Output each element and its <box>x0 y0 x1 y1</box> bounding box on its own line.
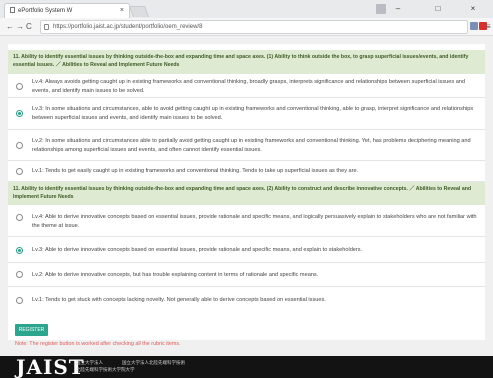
maximize-icon[interactable]: □ <box>425 0 451 18</box>
radio-button[interactable] <box>16 214 23 221</box>
rubric-option[interactable]: Lv.1: Tends to get easily caught up in e… <box>8 161 485 182</box>
option-text: Lv.3: In some situations and circumstanc… <box>32 106 474 121</box>
jaist-logo: JAIST <box>16 355 85 378</box>
rubric-option[interactable]: Lv.1: Tends to get stuck with concepts l… <box>8 287 485 313</box>
radio-button-selected[interactable] <box>16 110 23 117</box>
option-text: Lv.1: Tends to get easily caught up in e… <box>32 168 359 174</box>
footer-text: 北陸先端科学技術大学院大学 <box>76 367 135 372</box>
reload-icon[interactable]: C <box>26 21 32 33</box>
radio-button[interactable] <box>16 297 23 304</box>
page-icon <box>10 7 15 13</box>
radio-button[interactable] <box>16 271 23 278</box>
forward-arrow-icon[interactable]: → <box>16 21 24 33</box>
browser-tab[interactable]: ePortfolio System W × <box>4 3 130 18</box>
rubric-option[interactable]: Lv.3: Able to derive innovative concepts… <box>8 237 485 263</box>
rubric-option[interactable]: Lv.3: In some situations and circumstanc… <box>8 98 485 130</box>
register-note: Note: The register button is worked afte… <box>15 341 181 347</box>
site-footer: JAIST 国立大学法人 北陸先端科学技術大学院大学 国立大学法人北陸先端科学技… <box>0 356 493 378</box>
option-text: Lv.4: Always avoids getting caught up in… <box>32 79 466 94</box>
menu-icon[interactable]: ≡ <box>486 21 491 32</box>
minimize-icon[interactable]: – <box>385 0 411 18</box>
radio-button[interactable] <box>16 142 23 149</box>
criterion-header: 11. Ability to identify essential issues… <box>8 50 485 74</box>
radio-button[interactable] <box>16 83 23 90</box>
option-text: Lv.1: Tends to get stuck with concepts l… <box>32 297 326 303</box>
option-text: Lv.2: In some situations and circumstanc… <box>32 138 471 153</box>
option-text: Lv.3: Able to derive innovative concepts… <box>32 247 363 253</box>
footer-text: 国立大学法人 <box>76 360 103 365</box>
radio-button[interactable] <box>16 168 23 175</box>
back-arrow-icon[interactable]: ← <box>6 21 14 33</box>
window-close-icon[interactable]: × <box>460 0 486 18</box>
option-text: Lv.4: Able to derive innovative concepts… <box>32 214 477 229</box>
radio-button-selected[interactable] <box>16 247 23 254</box>
lock-icon <box>44 24 49 30</box>
footer-text: 国立大学法人北陸先端科学技術 <box>122 360 185 365</box>
rubric-option[interactable]: Lv.4: Always avoids getting caught up in… <box>8 75 485 98</box>
tab-title: ePortfolio System W <box>18 8 73 14</box>
url-text: https://portfolio.jaist.ac.jp/student/po… <box>53 24 203 30</box>
option-text: Lv.2: Able to derive innovative concepts… <box>32 272 319 278</box>
browser-titlebar: ePortfolio System W × – □ × <box>0 0 493 18</box>
register-button[interactable]: REGISTER <box>15 324 48 336</box>
address-bar[interactable]: https://portfolio.jaist.ac.jp/student/po… <box>40 20 468 34</box>
criterion-header: 11. Ability to identify essential issues… <box>8 182 485 205</box>
tab-close-icon[interactable]: × <box>120 4 124 18</box>
rubric-option[interactable]: Lv.4: Able to derive innovative concepts… <box>8 206 485 237</box>
page-content: 11. Ability to identify essential issues… <box>0 36 493 378</box>
new-tab-button[interactable] <box>128 6 150 17</box>
rubric-option[interactable]: Lv.2: Able to derive innovative concepts… <box>8 263 485 287</box>
browser-toolbar: ← → C https://portfolio.jaist.ac.jp/stud… <box>0 18 493 36</box>
rubric-option[interactable]: Lv.2: In some situations and circumstanc… <box>8 130 485 161</box>
extension-icon[interactable] <box>470 22 478 30</box>
rubric-panel: 11. Ability to identify essential issues… <box>8 44 485 340</box>
